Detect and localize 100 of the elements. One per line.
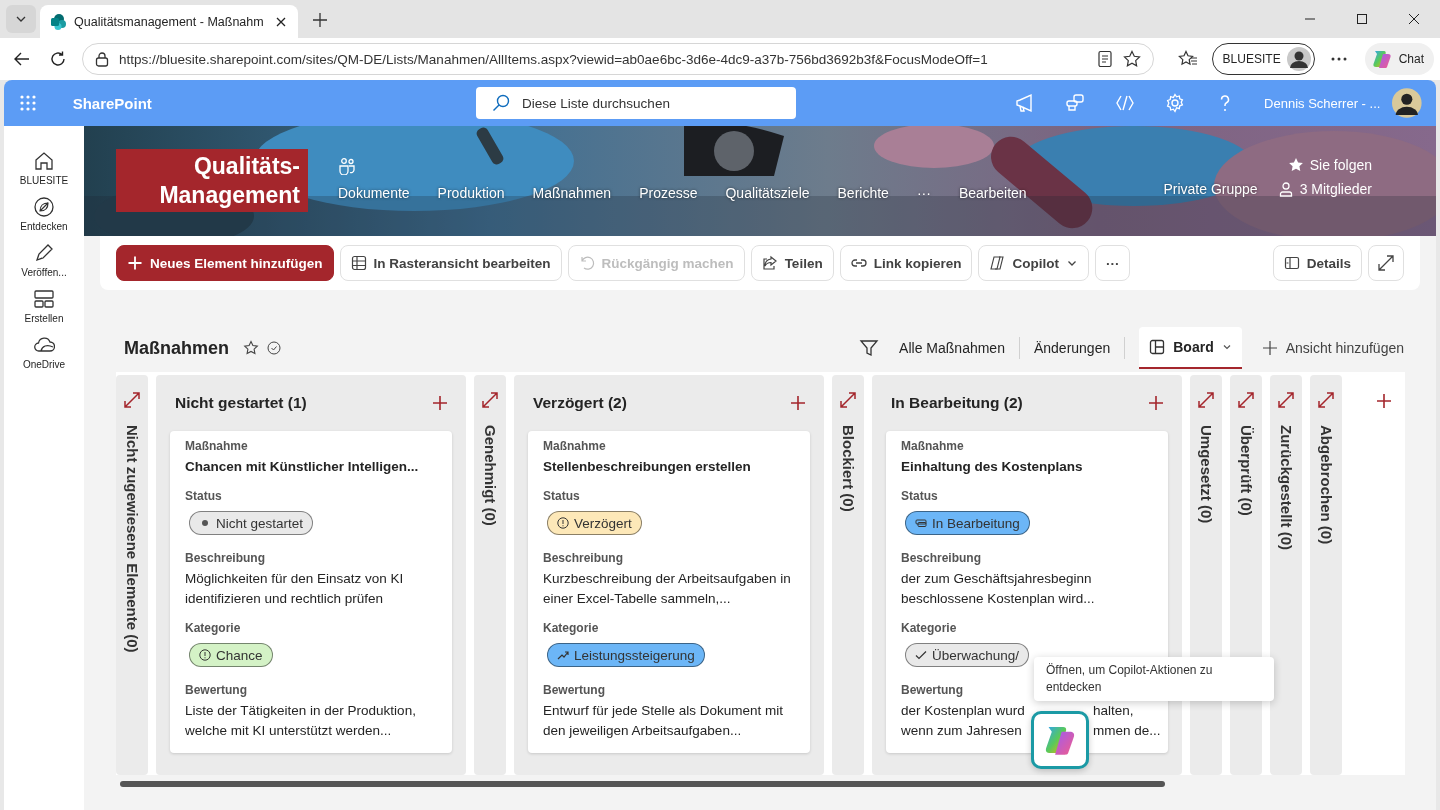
expand-button[interactable] xyxy=(1368,245,1404,281)
alert-icon xyxy=(557,517,569,529)
expand-column-button[interactable] xyxy=(1237,391,1255,409)
alert-icon xyxy=(199,649,211,661)
column-title: Abgebrochen (0) xyxy=(1317,425,1335,545)
field-label: Kategorie xyxy=(185,620,241,637)
settings-icon xyxy=(1165,93,1186,113)
app-launcher-button[interactable] xyxy=(20,94,37,112)
command-button[interactable]: Neues Element hinzufügen xyxy=(116,245,334,281)
view-tab[interactable]: Board xyxy=(1139,327,1242,369)
column-title: Genehmigt (0) xyxy=(481,425,499,526)
add-view-button[interactable]: Ansicht hinzufügen xyxy=(1261,340,1404,356)
nav-link[interactable]: Erstellen xyxy=(8,286,80,326)
site-nav-link[interactable]: Qualitätsziele xyxy=(725,185,810,201)
tab-list-button[interactable] xyxy=(6,5,36,33)
site-nav-link[interactable]: Maßnahmen xyxy=(532,185,612,201)
column-title: Umgesetzt (0) xyxy=(1197,425,1215,524)
chat-button[interactable]: Chat xyxy=(1364,43,1434,75)
avatar[interactable] xyxy=(1392,87,1422,119)
close-icon xyxy=(1408,13,1420,25)
board-card[interactable] xyxy=(170,431,452,753)
nav-link[interactable]: Entdecken xyxy=(8,194,80,234)
field-value: der zum Geschäftsjahresbeginn beschlossene Kostenplan wird... xyxy=(901,570,1096,608)
nav-link[interactable]: BLUESITE xyxy=(8,148,80,188)
field-label: Kategorie xyxy=(543,620,599,637)
expand-column-button[interactable] xyxy=(839,391,857,409)
field-value: Möglichkeiten für den Einsatz von KI identifizieren und rechtlich prüfen xyxy=(185,570,405,608)
site-nav-link[interactable]: Dokumente xyxy=(338,185,410,201)
chevron-down-icon xyxy=(1221,342,1232,352)
command-button[interactable]: Copilot xyxy=(978,245,1089,281)
site-favicon-icon xyxy=(50,13,66,30)
home-icon xyxy=(33,150,55,172)
expand-icon xyxy=(1277,391,1295,409)
field-label: Status xyxy=(185,488,222,505)
check-circle-icon[interactable] xyxy=(267,341,281,355)
expand-column-button[interactable] xyxy=(1197,391,1215,409)
tooltip: Öffnen, um Copilot-Aktionen zu entdecken xyxy=(1034,657,1274,701)
copilot-button[interactable] xyxy=(1031,711,1089,769)
star-icon[interactable] xyxy=(1122,50,1141,68)
compass-icon xyxy=(33,196,55,218)
command-button[interactable]: In Rasteransicht bearbeiten xyxy=(339,245,562,281)
field-label: Kategorie xyxy=(901,620,957,637)
plus-icon xyxy=(1376,393,1392,409)
column-title: Zurückgestellt (0) xyxy=(1277,425,1295,551)
field-label: Maßnahme xyxy=(543,438,606,455)
expand-column-button[interactable] xyxy=(123,391,141,409)
tag: Überwachung/ xyxy=(905,643,1030,667)
site-nav-link[interactable]: Prozesse xyxy=(639,185,698,201)
expand-column-button[interactable] xyxy=(1317,391,1335,409)
pen-icon xyxy=(33,242,55,264)
view-tab[interactable]: Änderungen xyxy=(1027,327,1117,369)
field-value: der Kostenplan wurd xyxy=(901,703,1025,718)
plus-icon xyxy=(1148,395,1164,411)
expand-column-button[interactable] xyxy=(1277,391,1295,409)
expand-column-button[interactable] xyxy=(481,391,499,409)
table-icon xyxy=(350,255,367,271)
browser-tab[interactable]: Qualitätsmanagement - Maßnahm xyxy=(40,5,298,38)
chat-bubbles-icon xyxy=(1065,93,1086,113)
field-value: mmen de... xyxy=(1093,722,1161,740)
column-title: Nicht zugewiesene Elemente (0) xyxy=(123,425,141,653)
details-button[interactable]: Details xyxy=(1272,245,1362,281)
add-card-button[interactable] xyxy=(432,395,448,411)
code-icon xyxy=(1115,93,1136,113)
close-icon xyxy=(274,15,287,28)
panel-icon xyxy=(1283,255,1300,271)
person-icon xyxy=(1277,181,1294,197)
nav-link[interactable]: OneDrive xyxy=(8,332,80,372)
expand-icon xyxy=(481,391,499,409)
site-nav-link[interactable]: Bearbeiten xyxy=(958,185,1027,201)
undo-icon xyxy=(578,255,595,271)
expand-icon xyxy=(1377,254,1395,272)
card-title: Stellenbeschreibungen erstellen xyxy=(543,458,752,476)
nav-link[interactable]: Veröffen... xyxy=(8,240,80,280)
site-nav-link[interactable]: Produktion xyxy=(437,185,505,201)
field-value: wenn zum Jahresen xyxy=(901,723,1022,738)
expand-icon xyxy=(1317,391,1335,409)
star-icon xyxy=(1287,157,1304,173)
more-commands-button[interactable]: ··· xyxy=(1094,245,1131,281)
search-field[interactable]: Diese Liste durchsuchen xyxy=(476,87,797,119)
command-button[interactable]: Link kopieren xyxy=(839,245,973,281)
reader-view-icon[interactable] xyxy=(1096,50,1113,68)
add-card-button[interactable] xyxy=(790,395,806,411)
site-logo[interactable]: Qualitäts- Management xyxy=(116,149,308,212)
column-title: Überprüft (0) xyxy=(1237,425,1255,516)
tag: Chance xyxy=(189,643,273,667)
site-nav-link[interactable]: ··· xyxy=(916,185,931,201)
board-card[interactable] xyxy=(528,431,810,753)
members-button[interactable]: 3 Mitglieder xyxy=(1277,181,1372,197)
add-column-button[interactable] xyxy=(1376,393,1392,409)
view-tab[interactable]: Alle Maßnahmen xyxy=(893,327,1011,369)
column-title: Blockiert (0) xyxy=(839,425,857,512)
field-label: Beschreibung xyxy=(185,550,265,567)
follow-button[interactable]: Sie folgen xyxy=(1287,157,1372,173)
dot-icon xyxy=(199,517,211,529)
site-nav-link[interactable]: Berichte xyxy=(837,185,889,201)
field-label: Bewertung xyxy=(543,682,605,699)
favorite-star-icon[interactable] xyxy=(243,340,259,356)
command-button[interactable]: Teilen xyxy=(750,245,834,281)
add-card-button[interactable] xyxy=(1148,395,1164,411)
scrollbar[interactable] xyxy=(120,781,1165,787)
